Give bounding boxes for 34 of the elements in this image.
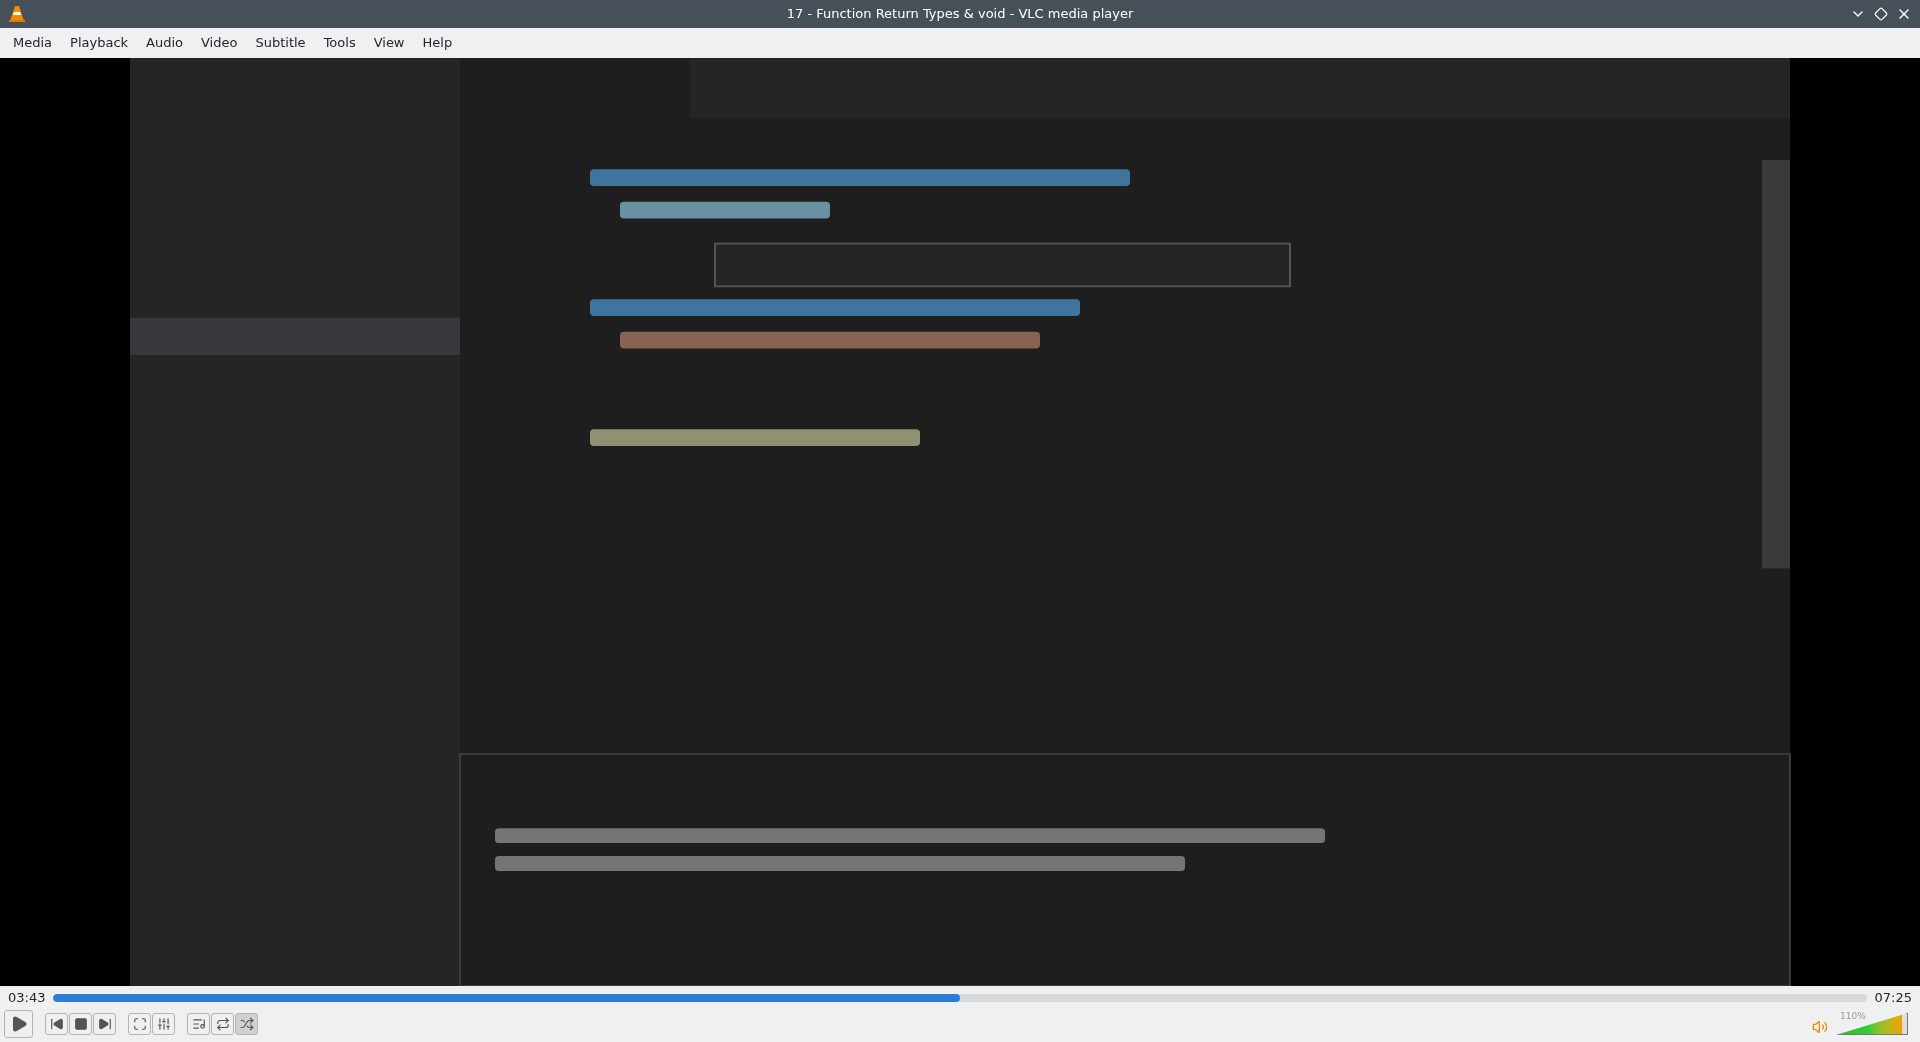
total-time: 07:25 [1874, 989, 1912, 1008]
shuffle-icon [239, 1017, 254, 1031]
previous-button[interactable] [45, 1013, 68, 1035]
extended-button[interactable] [152, 1013, 175, 1035]
elapsed-time: 03:43 [8, 989, 46, 1008]
stop-button[interactable] [69, 1013, 92, 1035]
menu-item[interactable]: View [364, 33, 414, 53]
loop-button[interactable] [211, 1013, 234, 1035]
speaker-icon [1812, 1019, 1828, 1035]
menu-item[interactable]: Playback [61, 33, 138, 53]
traffic-cone-icon [8, 5, 26, 23]
next-button[interactable] [93, 1013, 116, 1035]
stop-icon [73, 1017, 88, 1031]
equalizer-icon [156, 1017, 171, 1031]
menu-item[interactable]: Help [413, 33, 462, 53]
menu-item[interactable]: Tools [314, 33, 365, 53]
seek-bar[interactable] [53, 994, 1867, 1002]
playlist-button[interactable] [187, 1013, 210, 1035]
random-button[interactable] [235, 1013, 258, 1035]
fullscreen-icon [132, 1017, 147, 1031]
diamond-icon [1874, 7, 1888, 21]
play-button[interactable] [4, 1010, 33, 1038]
fullscreen-button[interactable] [128, 1013, 151, 1035]
previous-icon [49, 1017, 64, 1031]
maximize-button[interactable] [1874, 7, 1888, 21]
menu-item[interactable]: Audio [137, 33, 192, 53]
menu-item[interactable]: Subtitle [246, 33, 315, 53]
loop-icon [215, 1017, 230, 1031]
playlist-icon [191, 1017, 206, 1031]
next-icon [97, 1017, 112, 1031]
window-title: 17 - Function Return Types & void - VLC media player [786, 5, 1134, 24]
menu-item[interactable]: Video [192, 33, 247, 53]
volume-reading: 110% [1840, 1010, 1866, 1023]
menu-item[interactable]: Media [4, 33, 62, 53]
